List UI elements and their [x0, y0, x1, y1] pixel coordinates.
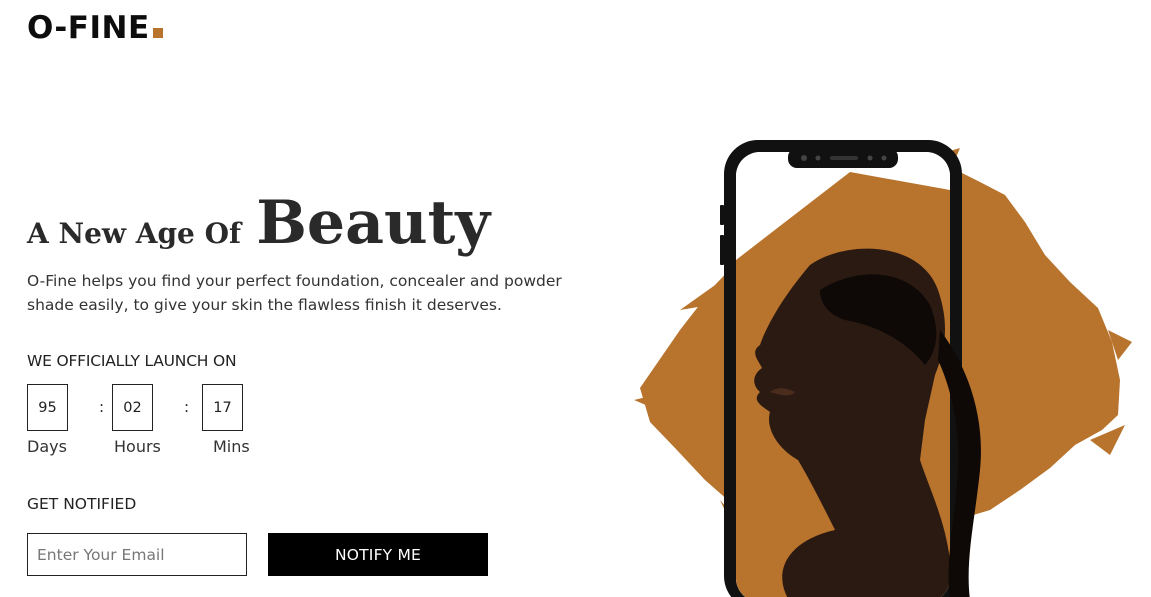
hours-counter: 02: [112, 384, 153, 431]
coming-soon-page: O-FINE A New Age Of Beauty O-Fine helps …: [0, 0, 1151, 597]
email-input[interactable]: [27, 533, 247, 576]
headline-emphasis: Beauty: [256, 188, 491, 258]
hero-description: O-Fine helps you find your perfect found…: [27, 272, 562, 314]
headline-prefix: A New Age Of: [27, 217, 242, 250]
phone-with-woman-profile-icon: [634, 140, 1132, 597]
logo-dot-icon: [152, 28, 163, 38]
mins-counter: 17: [202, 384, 243, 431]
hours-label: Hours: [114, 437, 161, 456]
launch-title: WE OFFICIALLY LAUNCH ON: [27, 352, 237, 370]
counter-separator: :: [184, 398, 190, 416]
brand-logo[interactable]: O-FINE: [27, 9, 163, 47]
days-label: Days: [27, 437, 67, 456]
brand-name: O-FINE: [27, 10, 150, 46]
hero-headline: A New Age Of Beauty: [27, 188, 490, 258]
notify-me-button[interactable]: NOTIFY ME: [268, 533, 488, 576]
days-counter: 95: [27, 384, 68, 431]
counter-separator: :: [99, 398, 105, 416]
notify-title: GET NOTIFIED: [27, 495, 137, 513]
mins-label: Mins: [213, 437, 250, 456]
